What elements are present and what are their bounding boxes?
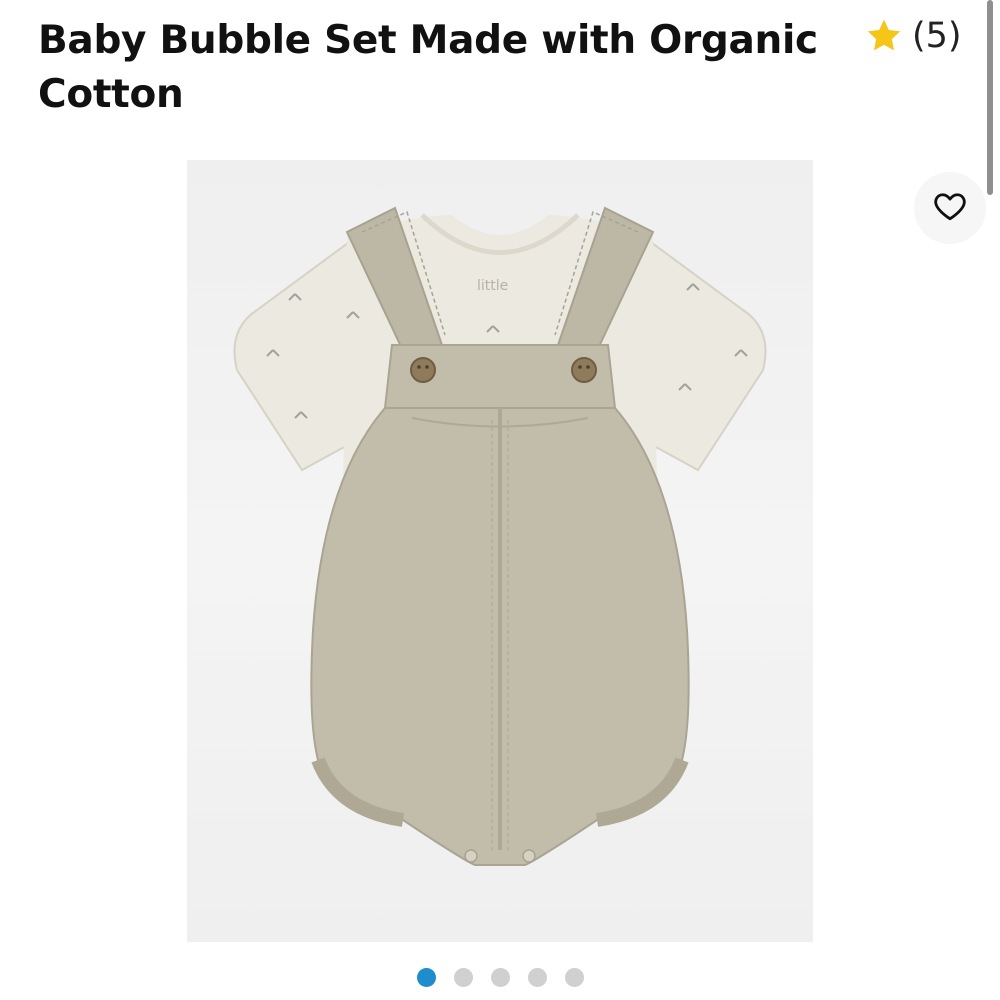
product-rating[interactable]: (5) — [864, 16, 962, 56]
heart-icon — [932, 188, 968, 228]
carousel-dot[interactable] — [527, 968, 547, 987]
add-to-favorites-button[interactable] — [914, 172, 986, 244]
product-title: Baby Bubble Set Made with Organic Cotton — [38, 18, 818, 117]
image-carousel-indicator — [0, 968, 1000, 990]
carousel-dot[interactable] — [564, 968, 584, 987]
carousel-dot[interactable] — [416, 968, 436, 987]
rating-count: (5) — [912, 16, 962, 56]
carousel-dot[interactable] — [453, 968, 473, 987]
product-image[interactable]: little — [187, 160, 813, 942]
star-icon — [864, 16, 904, 56]
carousel-dot[interactable] — [490, 968, 510, 987]
page-scrollbar[interactable] — [987, 0, 993, 195]
garment-label: little — [477, 278, 508, 294]
